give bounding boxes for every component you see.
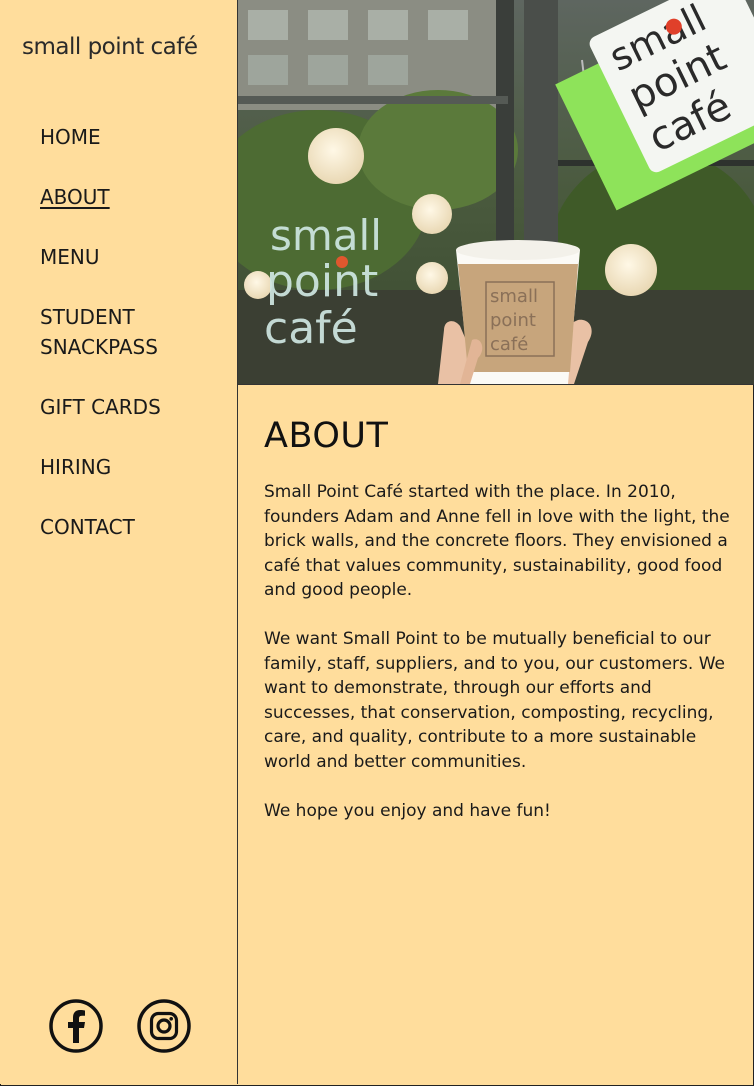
nav-item-menu[interactable]: MENU xyxy=(40,242,200,272)
cup-sleeve-line-2: point xyxy=(490,310,536,331)
cup-sleeve-line-3: café xyxy=(490,334,528,355)
sidebar: small point café HOME ABOUT MENU STUDENT… xyxy=(0,0,238,1084)
about-section: ABOUT Small Point Café started with the … xyxy=(264,414,730,848)
window-sign-line-2: point xyxy=(266,256,378,307)
nav-item-student-snackpass[interactable]: STUDENT SNACKPASS xyxy=(40,302,200,362)
main-nav: HOME ABOUT MENU STUDENT SNACKPASS GIFT C… xyxy=(40,122,200,572)
nav-item-home[interactable]: HOME xyxy=(40,122,200,152)
nav-item-contact[interactable]: CONTACT xyxy=(40,512,200,542)
nav-item-hiring[interactable]: HIRING xyxy=(40,452,200,482)
cafe-storefront-image: small point café small point café small … xyxy=(238,0,754,384)
cup-sleeve-line-1: small xyxy=(490,286,538,307)
about-paragraph-2: We want Small Point to be mutually benef… xyxy=(264,629,725,772)
hero-photo: small point café small point café small … xyxy=(238,0,754,385)
nav-item-about[interactable]: ABOUT xyxy=(40,182,200,212)
window-sign-line-3: café xyxy=(264,303,358,354)
facebook-icon[interactable] xyxy=(49,999,103,1053)
instagram-icon[interactable] xyxy=(137,999,191,1053)
window-sign-line-1: small xyxy=(270,211,382,260)
logo-text: small point café xyxy=(22,34,198,60)
nav-item-gift-cards[interactable]: GIFT CARDS xyxy=(40,392,200,422)
about-paragraph-1: Small Point Café started with the place.… xyxy=(264,482,730,600)
about-paragraph-3: We hope you enjoy and have fun! xyxy=(264,800,551,821)
social-links xyxy=(49,999,191,1053)
site-logo[interactable]: small point café xyxy=(22,34,198,60)
page-title: ABOUT xyxy=(264,416,389,456)
